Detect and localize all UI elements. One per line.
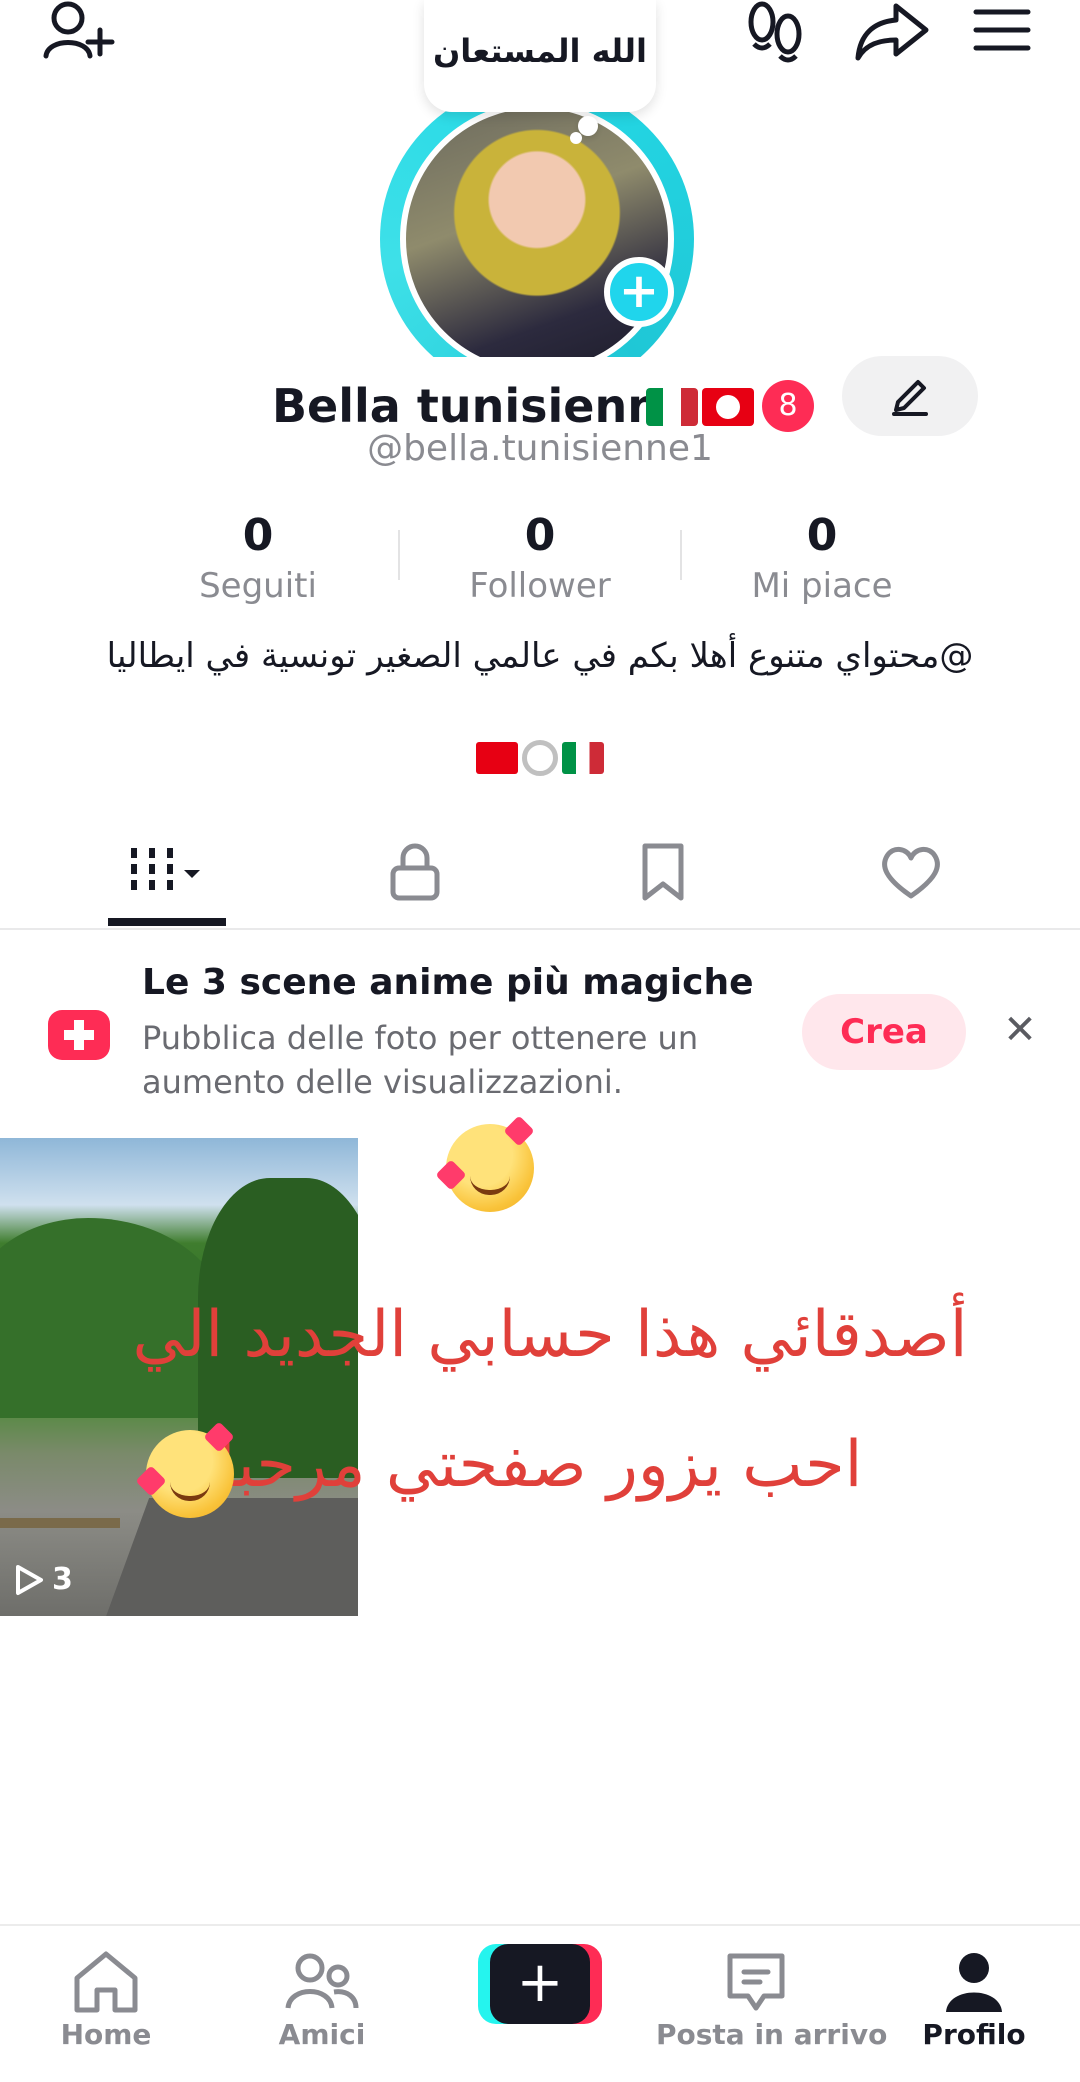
banner-title: Le 3 scene anime più magiche xyxy=(142,962,754,1003)
nav-profile[interactable]: Profilo xyxy=(874,1926,1074,2082)
active-tab-indicator xyxy=(108,918,226,926)
create-video-button[interactable]: + xyxy=(478,1944,602,2024)
stat-followers[interactable]: 0 Follower xyxy=(420,508,660,608)
profile-tabs xyxy=(0,820,1080,930)
nav-inbox-label: Posta in arrivo xyxy=(656,2018,888,2051)
videos-grid-icon xyxy=(131,848,200,896)
create-plus: + xyxy=(490,1944,590,2024)
add-friend-icon[interactable] xyxy=(40,0,120,70)
promo-banner: Le 3 scene anime più magiche Pubblica de… xyxy=(0,930,1080,1120)
bubble-tail-small xyxy=(570,132,582,144)
tab-liked[interactable] xyxy=(776,820,1046,926)
bio-text: @محتواي متنوع أهلا بكم في عالمي الصغير ت… xyxy=(106,636,974,676)
overlay-text-line1: أصدقائي هذا حسابي الجديد الي xyxy=(132,1298,968,1372)
banner-description: Pubblica delle foto per ottenere un aume… xyxy=(142,1019,699,1101)
nav-friends[interactable]: Amici xyxy=(222,1926,422,2082)
nav-home[interactable]: Home xyxy=(6,1926,206,2082)
stat-value: 0 xyxy=(242,510,274,561)
stat-label: Mi piace xyxy=(751,566,893,606)
status-bubble-text: الله المستعان xyxy=(432,32,648,70)
inbox-icon xyxy=(727,1953,785,2011)
stat-label: Seguiti xyxy=(199,566,317,606)
bottom-navigation: Home Amici + Posta in arrivo Profilo xyxy=(0,1924,1080,2082)
heart-icon xyxy=(882,847,940,899)
notification-badge[interactable]: 8 xyxy=(762,380,814,432)
bookmark-icon xyxy=(642,843,684,901)
bubble-tail xyxy=(578,116,598,136)
stat-label: Follower xyxy=(469,566,611,606)
edit-profile-button[interactable] xyxy=(842,356,978,436)
play-count-value: 3 xyxy=(52,1562,73,1597)
tab-saved[interactable] xyxy=(528,820,798,926)
add-avatar-button[interactable]: + xyxy=(604,257,674,327)
nav-profile-label: Profilo xyxy=(922,2018,1026,2051)
create-button[interactable]: Crea xyxy=(802,994,966,1070)
smiling-hearts-emoji-icon xyxy=(135,1421,235,1518)
nav-inbox[interactable]: Posta in arrivo xyxy=(656,1926,888,2082)
smiling-hearts-emoji-icon xyxy=(435,1115,535,1212)
stat-value: 0 xyxy=(524,510,556,561)
stat-following[interactable]: 0 Seguiti xyxy=(138,508,378,608)
pencil-icon xyxy=(892,380,928,416)
friends-icon xyxy=(285,1953,359,2009)
footprints-icon[interactable] xyxy=(742,0,810,64)
divider xyxy=(680,530,682,580)
stat-value: 0 xyxy=(806,510,838,561)
play-icon xyxy=(16,1564,43,1595)
close-icon[interactable]: ✕ xyxy=(998,1008,1042,1052)
lock-icon xyxy=(390,843,440,901)
nav-friends-label: Amici xyxy=(278,2018,366,2051)
italy-flag-icon xyxy=(646,388,698,426)
create-plus-icon xyxy=(48,1010,110,1060)
username: @bella.tunisienne1 xyxy=(367,428,713,469)
share-icon[interactable] xyxy=(852,0,932,64)
overlay-text-line2: احب يزور صفحتي مرحبا xyxy=(217,1428,863,1502)
home-icon xyxy=(74,1951,138,2013)
menu-icon[interactable] xyxy=(972,6,1032,56)
tunisia-flag-icon xyxy=(476,742,518,774)
tunisia-flag-icon xyxy=(702,388,754,426)
italy-flag-icon xyxy=(562,742,604,774)
play-count: 3 xyxy=(14,1562,73,1597)
status-bubble[interactable]: الله المستعان xyxy=(424,0,656,112)
stat-likes[interactable]: 0 Mi piace xyxy=(702,508,942,608)
profile-icon xyxy=(946,1953,1002,2012)
ring-icon xyxy=(522,740,558,776)
bio-emoji-row xyxy=(0,740,1080,788)
nav-home-label: Home xyxy=(60,2018,152,2051)
tab-private[interactable] xyxy=(280,820,550,926)
divider xyxy=(398,530,400,580)
tab-videos[interactable] xyxy=(30,820,300,926)
